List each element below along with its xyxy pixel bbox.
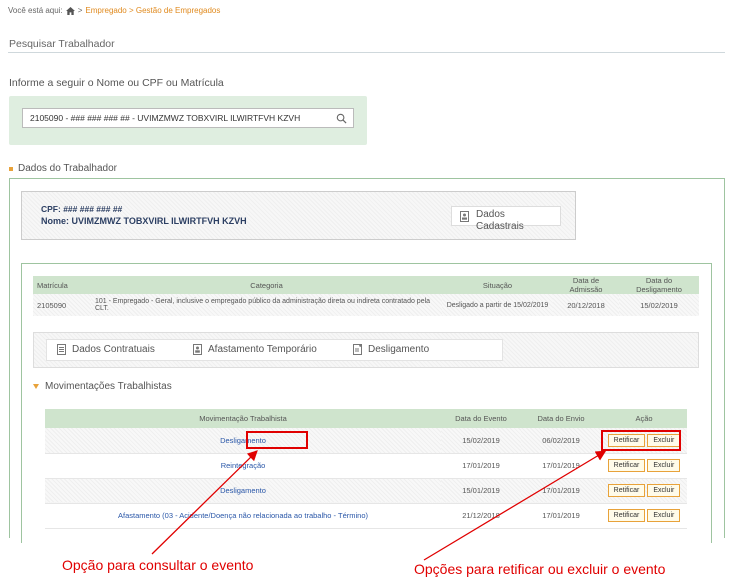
search-icon[interactable] — [336, 113, 347, 124]
tab-afastamento-temporario[interactable]: Afastamento Temporário — [193, 344, 317, 355]
search-panel: 2105090 - ### ### ### ## - UVIMZMWZ TOBX… — [9, 96, 367, 145]
breadcrumb-separator: > — [77, 6, 83, 15]
contract-table: Matrícula Categoria Situação Data de Adm… — [33, 276, 699, 316]
event-link[interactable]: Desligamento — [220, 486, 266, 495]
tab-strip: Dados Contratuais Afastamento Temporário… — [46, 339, 503, 361]
excluir-button[interactable]: Excluir — [647, 509, 681, 522]
excluir-button[interactable]: Excluir — [647, 484, 681, 497]
col-header-situacao: Situação — [442, 276, 553, 294]
event-link[interactable]: Reintegração — [221, 461, 266, 470]
tab-bar: Dados Contratuais Afastamento Temporário… — [33, 332, 699, 368]
col-header-matricula: Matrícula — [33, 276, 91, 294]
search-section-title: Pesquisar Trabalhador — [9, 38, 115, 50]
home-icon[interactable] — [65, 6, 75, 15]
col-header-admissao: Data de Admissão — [553, 276, 619, 294]
table-row: Desligamento 15/02/2019 06/02/2019 Retif… — [45, 428, 687, 454]
search-input[interactable]: 2105090 - ### ### ### ## - UVIMZMWZ TOBX… — [22, 108, 354, 128]
col-header-movimentacao: Movimentação Trabalhista — [45, 409, 441, 428]
section-divider — [8, 52, 725, 53]
cell-categoria: 101 - Empregado - Geral, inclusive o emp… — [91, 294, 442, 316]
cell-data-evento: 15/01/2019 — [441, 478, 521, 504]
excluir-button[interactable]: Excluir — [647, 459, 681, 472]
tab-label: Afastamento Temporário — [208, 344, 317, 355]
search-instruction: Informe a seguir o Nome ou CPF ou Matríc… — [9, 77, 224, 89]
cell-data-envio: 17/01/2019 — [521, 453, 601, 479]
annotation-right: Opções para retificar ou excluir o event… — [414, 561, 666, 577]
cell-data-envio: 06/02/2019 — [521, 428, 601, 454]
search-input-value: 2105090 - ### ### ### ## - UVIMZMWZ TOBX… — [30, 113, 301, 123]
table-row: Reintegração 17/01/2019 17/01/2019 Retif… — [45, 453, 687, 479]
cell-data-evento: 15/02/2019 — [441, 428, 521, 454]
document-star-icon — [353, 344, 362, 355]
annotation-left: Opção para consultar o evento — [62, 557, 254, 573]
dados-section-header: Dados do Trabalhador — [9, 163, 117, 174]
cell-situacao: Desligado a partir de 15/02/2019 — [442, 294, 553, 316]
breadcrumb-prefix: Você está aqui: — [8, 6, 63, 15]
highlight-action-buttons — [601, 430, 681, 451]
retificar-button[interactable]: Retificar — [607, 484, 646, 497]
retificar-button[interactable]: Retificar — [607, 459, 646, 472]
breadcrumb: Você está aqui: > Empregado > Gestão de … — [8, 6, 220, 15]
event-link[interactable]: Afastamento (03 - Acidente/Doença não re… — [118, 511, 368, 520]
worker-cpf: CPF: ### ### ### ## — [41, 204, 123, 214]
table-row: Afastamento (03 - Acidente/Doença não re… — [45, 503, 687, 529]
person-document-icon — [193, 344, 202, 355]
movimentacoes-table: Movimentação Trabalhista Data do Evento … — [45, 409, 687, 529]
cell-matricula: 2105090 — [33, 294, 91, 316]
col-header-data-evento: Data do Evento — [441, 409, 521, 428]
tab-label: Dados Contratuais — [72, 344, 155, 355]
tab-label: Desligamento — [368, 344, 430, 355]
worker-name: Nome: UVIMZMWZ TOBXVIRL ILWIRTFVH KZVH — [41, 216, 247, 226]
col-header-desligamento: Data do Desligamento — [619, 276, 699, 294]
cell-data-evento: 17/01/2019 — [441, 453, 521, 479]
cell-data-evento: 21/12/2018 — [441, 503, 521, 529]
bullet-icon — [9, 166, 13, 171]
dados-cadastrais-label-line2: Cadastrais — [476, 221, 524, 232]
table-row: 2105090 101 - Empregado - Geral, inclusi… — [33, 294, 699, 316]
document-icon — [460, 211, 469, 222]
cell-desligamento: 15/02/2019 — [619, 294, 699, 316]
dados-cadastrais-button[interactable]: Dados Cadastrais — [451, 206, 561, 232]
cell-data-envio: 17/01/2019 — [521, 478, 601, 504]
tab-desligamento[interactable]: Desligamento — [353, 344, 429, 355]
cell-admissao: 20/12/2018 — [553, 294, 619, 316]
tab-dados-contratuais[interactable]: Dados Contratuais — [57, 344, 155, 355]
col-header-data-envio: Data do Envio — [521, 409, 601, 428]
col-header-categoria: Categoria — [91, 276, 442, 294]
table-row: Desligamento 15/01/2019 17/01/2019 Retif… — [45, 478, 687, 504]
movimentacoes-header[interactable]: Movimentações Trabalhistas — [33, 381, 172, 392]
movimentacoes-title: Movimentações Trabalhistas — [45, 381, 172, 392]
caret-down-icon[interactable] — [33, 384, 39, 389]
document-icon — [57, 344, 66, 355]
dados-cadastrais-label-line1: Dados — [476, 209, 505, 220]
worker-card: CPF: ### ### ### ## Nome: UVIMZMWZ TOBXV… — [21, 191, 576, 240]
highlight-event-link — [246, 431, 308, 449]
cell-data-envio: 17/01/2019 — [521, 503, 601, 529]
dados-section-title: Dados do Trabalhador — [18, 163, 117, 174]
col-header-acao: Ação — [601, 409, 687, 428]
breadcrumb-path[interactable]: Empregado > Gestão de Empregados — [85, 6, 220, 15]
retificar-button[interactable]: Retificar — [607, 509, 646, 522]
